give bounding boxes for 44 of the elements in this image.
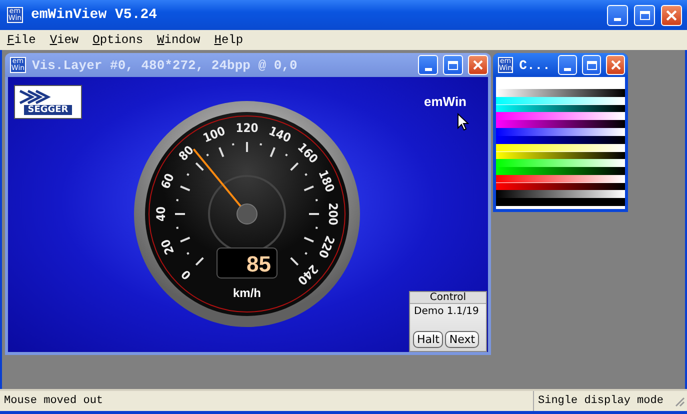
scale-label: 80: [176, 142, 196, 164]
close-icon: [610, 60, 621, 70]
brand-label: emWin: [424, 94, 466, 109]
needle-hub: [236, 204, 258, 224]
resize-grip-icon: [673, 395, 685, 407]
scale-label: 0: [178, 267, 194, 282]
close-button[interactable]: [606, 55, 625, 75]
speed-value: 85: [246, 252, 271, 276]
menu-item[interactable]: Options: [92, 33, 144, 47]
window-title: emWinView V5.24: [31, 7, 158, 23]
close-icon: [473, 60, 483, 70]
status-text: Mouse moved out: [0, 391, 534, 411]
scale-label: 60: [158, 171, 177, 191]
scale-label: 120: [236, 121, 258, 135]
menu-item[interactable]: Help: [214, 33, 244, 47]
value-display: [216, 248, 278, 278]
scale-label: 20: [158, 237, 177, 257]
close-button[interactable]: [661, 4, 682, 26]
menu-item[interactable]: Window: [157, 33, 200, 47]
maximize-button[interactable]: [634, 4, 655, 26]
demo-label: Demo 1.1/19: [413, 305, 480, 319]
scale-label: 40: [154, 206, 168, 222]
control-button[interactable]: Next: [445, 331, 480, 348]
mouse-pointer-icon: [457, 113, 469, 131]
scale-label: 140: [266, 124, 293, 146]
panel-title: Control: [410, 292, 486, 304]
maximize-button[interactable]: [582, 55, 602, 75]
scale-label: 160: [294, 140, 321, 166]
scale-label: 180: [316, 168, 338, 194]
speed-unit: km/h: [233, 286, 261, 300]
window-title: C...: [519, 58, 550, 72]
menu-item[interactable]: View: [50, 33, 79, 47]
minimize-button[interactable]: [558, 55, 578, 75]
segger-logo: SEGGER: [14, 85, 82, 119]
scale-label: 220: [316, 234, 338, 260]
status-text: Single display mode: [537, 395, 664, 407]
control-button[interactable]: Halt: [413, 331, 444, 348]
scale-label: 200: [326, 202, 340, 226]
menu-item[interactable]: File: [7, 33, 36, 47]
minimize-button[interactable]: [607, 4, 628, 26]
window-title: Vis.Layer #0, 480*272, 24bpp @ 0,0: [32, 58, 298, 72]
close-icon: [666, 10, 677, 20]
scale-label: 100: [201, 124, 228, 146]
scale-label: 240: [294, 262, 321, 288]
